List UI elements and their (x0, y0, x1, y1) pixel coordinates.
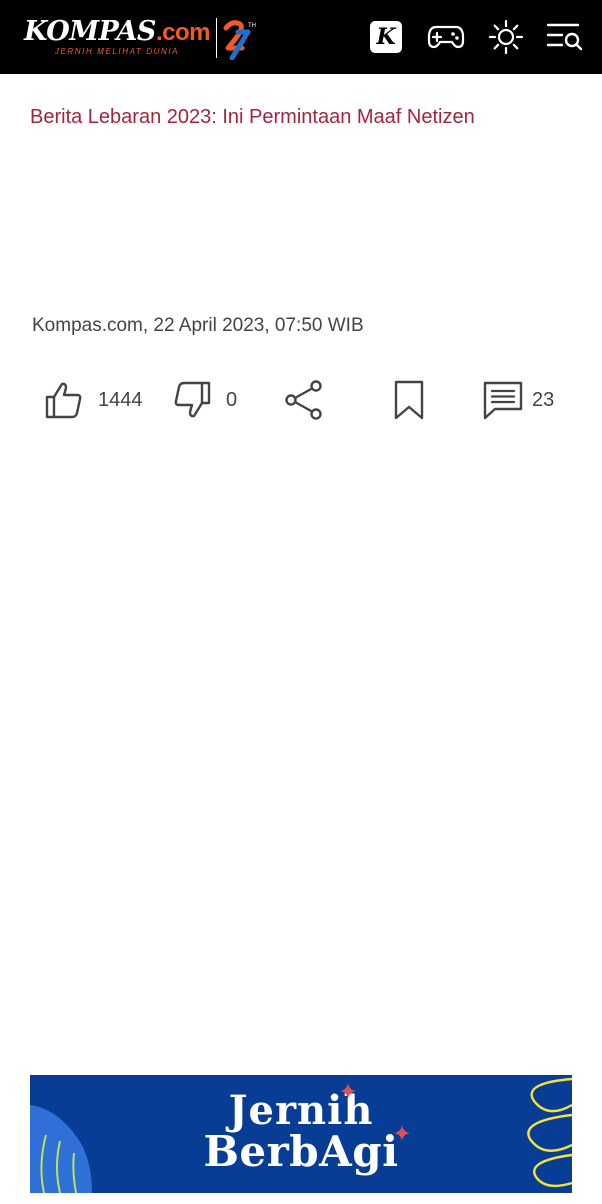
sun-icon (488, 19, 524, 55)
article-action-bar: 1444 0 23 (0, 376, 602, 424)
logo-divider (215, 18, 217, 58)
logo-wordmark: KOMPAS.com (24, 16, 210, 49)
thumbs-down-icon (174, 381, 211, 418)
share-button[interactable] (284, 376, 324, 424)
bookmark-icon (394, 380, 424, 420)
comment-count: 23 (532, 388, 555, 411)
top-header: KOMPAS.com JERNIH MELIHAT DUNIA TH K (0, 0, 602, 74)
kompas-k-icon: K (370, 21, 402, 53)
theme-toggle-button[interactable] (487, 18, 525, 56)
article-headline[interactable]: Berita Lebaran 2023: Ini Permintaan Maaf… (30, 104, 580, 130)
menu-search-icon (546, 23, 583, 51)
thumbs-up-icon (45, 382, 82, 419)
banner-title-line2: BerbAgi (203, 1127, 399, 1176)
games-button[interactable] (427, 18, 465, 56)
logo-brand: KOMPAS (24, 16, 156, 47)
logo-suffix: .com (155, 19, 211, 46)
sparkle-icon (340, 1083, 356, 1099)
dislike-count: 0 (226, 388, 238, 411)
logo-tagline: JERNIH MELIHAT DUNIA (54, 47, 180, 56)
kompas-logo[interactable]: KOMPAS.com JERNIH MELIHAT DUNIA TH (24, 16, 256, 62)
menu-search-button[interactable] (546, 18, 584, 56)
comment-button[interactable]: 23 (482, 376, 554, 424)
jernih-berbagi-banner[interactable]: Jernih BerbAgi (30, 1075, 572, 1193)
article-meta: Kompas.com, 22 April 2023, 07:50 WIB (32, 315, 364, 336)
like-count: 1444 (98, 388, 143, 411)
svg-text:TH: TH (248, 23, 256, 29)
bookmark-button[interactable] (392, 376, 426, 424)
share-icon (285, 380, 322, 420)
anniversary-badge-icon: TH (223, 20, 256, 60)
gamepad-icon (427, 25, 465, 49)
like-button[interactable]: 1444 (44, 376, 143, 424)
dislike-button[interactable]: 0 (172, 376, 237, 424)
kompas-k-button[interactable]: K (367, 18, 405, 56)
comment-icon (483, 381, 523, 420)
sparkle-icon (394, 1125, 410, 1141)
